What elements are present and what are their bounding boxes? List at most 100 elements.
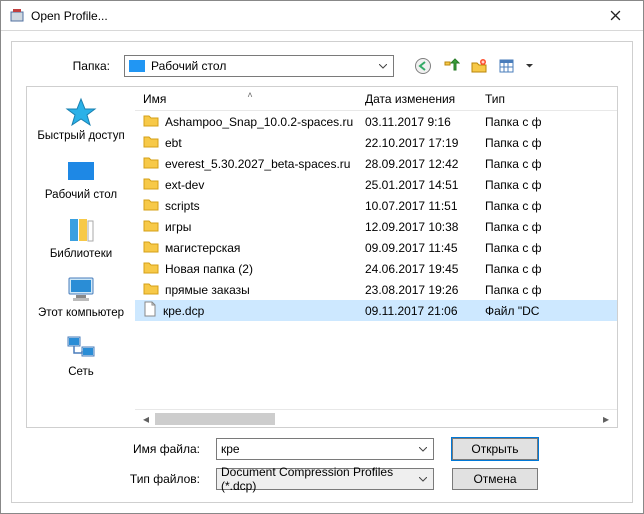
folder-icon xyxy=(143,260,159,277)
folder-row-item[interactable]: игры 12.09.2017 10:38Папка с ф xyxy=(135,216,617,237)
file-name: ebt xyxy=(165,136,182,150)
sidebar-item-network[interactable]: Сеть xyxy=(29,333,133,378)
up-button[interactable] xyxy=(440,55,462,77)
close-button[interactable] xyxy=(595,1,635,31)
cell-name: ext-dev xyxy=(135,176,365,193)
sidebar-item-this-pc[interactable]: Этот компьютер xyxy=(29,274,133,319)
file-row-item[interactable]: кре.dcp09.11.2017 21:06Файл "DC xyxy=(135,300,617,321)
filetype-label: Тип файлов: xyxy=(26,472,206,486)
sort-asc-icon: ˄ xyxy=(247,90,252,100)
places-sidebar: Быстрый доступ Рабочий стол Библиотеки xyxy=(27,87,135,427)
back-button[interactable] xyxy=(412,55,434,77)
cell-name: scripts xyxy=(135,197,365,214)
window-title: Open Profile... xyxy=(31,9,595,23)
folder-row-item[interactable]: ext-dev 25.01.2017 14:51Папка с ф xyxy=(135,174,617,195)
cell-name: магистерская xyxy=(135,239,365,256)
cell-date: 25.01.2017 14:51 xyxy=(365,178,485,192)
cell-date: 12.09.2017 10:38 xyxy=(365,220,485,234)
rows-container: Ashampoo_Snap_10.0.2-spaces.ru 03.11.2017… xyxy=(135,111,617,409)
cancel-button[interactable]: Отмена xyxy=(452,468,538,490)
file-name: игры xyxy=(165,220,191,234)
chevron-down-icon xyxy=(415,471,431,487)
view-menu-button[interactable] xyxy=(496,55,518,77)
file-name: ext-dev xyxy=(165,178,204,192)
folder-icon xyxy=(143,281,159,298)
new-folder-button[interactable] xyxy=(468,55,490,77)
folder-row-item[interactable]: Новая папка (2) 24.06.2017 19:45Папка с ф xyxy=(135,258,617,279)
filename-row: Имя файла: кре Открыть xyxy=(26,438,618,460)
dialog-window: Open Profile... Папка: Рабочий стол xyxy=(0,0,644,514)
network-icon xyxy=(64,333,98,363)
file-name: магистерская xyxy=(165,241,240,255)
folder-row-item[interactable]: Ashampoo_Snap_10.0.2-spaces.ru 03.11.2017… xyxy=(135,111,617,132)
sidebar-item-libraries[interactable]: Библиотеки xyxy=(29,215,133,260)
cell-type: Папка с ф xyxy=(485,178,617,192)
column-name[interactable]: Имя ˄ xyxy=(135,92,365,106)
libraries-icon xyxy=(64,215,98,245)
folder-icon xyxy=(143,134,159,151)
folder-icon xyxy=(143,155,159,172)
toolbar xyxy=(412,55,534,77)
file-name: кре.dcp xyxy=(163,304,204,318)
folder-icon xyxy=(143,113,159,130)
sidebar-item-quick-access[interactable]: Быстрый доступ xyxy=(29,97,133,142)
cell-date: 10.07.2017 11:51 xyxy=(365,199,485,213)
cell-name: прямые заказы xyxy=(135,281,365,298)
open-button[interactable]: Открыть xyxy=(452,438,538,460)
cell-type: Папка с ф xyxy=(485,220,617,234)
dialog-body: Папка: Рабочий стол xyxy=(11,41,633,503)
column-date[interactable]: Дата изменения xyxy=(365,92,485,106)
cell-date: 22.10.2017 17:19 xyxy=(365,136,485,150)
file-list: Имя ˄ Дата изменения Тип Ashampoo_Snap_1… xyxy=(135,87,617,427)
titlebar: Open Profile... xyxy=(1,1,643,31)
cell-date: 09.09.2017 11:45 xyxy=(365,241,485,255)
cell-date: 24.06.2017 19:45 xyxy=(365,262,485,276)
cell-name: Новая папка (2) xyxy=(135,260,365,277)
folder-combo-text: Рабочий стол xyxy=(151,59,389,73)
filetype-value: Document Compression Profiles (*.dcp) xyxy=(221,465,429,493)
scroll-left-icon[interactable]: ◂ xyxy=(139,412,153,426)
folder-row-item[interactable]: ebt22.10.2017 17:19Папка с ф xyxy=(135,132,617,153)
folder-row-item[interactable]: everest_5.30.2027_beta-spaces.ru28.09.20… xyxy=(135,153,617,174)
scroll-right-icon[interactable]: ▸ xyxy=(599,412,613,426)
folder-icon xyxy=(143,176,159,193)
cell-type: Папка с ф xyxy=(485,157,617,171)
cell-type: Папка с ф xyxy=(485,241,617,255)
folder-row-item[interactable]: магистерская 09.09.2017 11:45Папка с ф xyxy=(135,237,617,258)
filename-label: Имя файла: xyxy=(26,442,206,456)
folder-icon xyxy=(143,197,159,214)
cell-type: Файл "DC xyxy=(485,304,617,318)
folder-row-item[interactable]: прямые заказы 23.08.2017 19:26Папка с ф xyxy=(135,279,617,300)
cell-name: Ashampoo_Snap_10.0.2-spaces.ru xyxy=(135,113,365,130)
cell-name: everest_5.30.2027_beta-spaces.ru xyxy=(135,155,365,172)
sidebar-item-desktop[interactable]: Рабочий стол xyxy=(29,156,133,201)
filename-value: кре xyxy=(221,442,240,456)
column-type[interactable]: Тип xyxy=(485,92,617,106)
cell-name: кре.dcp xyxy=(135,301,365,320)
cell-type: Папка с ф xyxy=(485,283,617,297)
folder-row-item[interactable]: scripts10.07.2017 11:51Папка с ф xyxy=(135,195,617,216)
filename-input[interactable]: кре xyxy=(216,438,434,460)
sidebar-item-label: Этот компьютер xyxy=(38,307,124,319)
computer-icon xyxy=(64,274,98,304)
cell-date: 03.11.2017 9:16 xyxy=(365,115,485,129)
cell-date: 23.08.2017 19:26 xyxy=(365,283,485,297)
column-name-label: Имя xyxy=(143,92,166,106)
quick-access-icon xyxy=(64,97,98,127)
file-name: Новая папка (2) xyxy=(165,262,253,276)
filetype-select[interactable]: Document Compression Profiles (*.dcp) xyxy=(216,468,434,490)
sidebar-item-label: Быстрый доступ xyxy=(37,130,124,142)
folder-label: Папка: xyxy=(26,59,116,73)
view-menu-chevron[interactable] xyxy=(524,55,534,77)
cell-name: ebt xyxy=(135,134,365,151)
folder-combo[interactable]: Рабочий стол xyxy=(124,55,394,77)
folder-icon xyxy=(143,239,159,256)
scroll-thumb[interactable] xyxy=(155,413,275,425)
file-name: прямые заказы xyxy=(165,283,250,297)
desktop-icon xyxy=(64,156,98,186)
folder-row: Папка: Рабочий стол xyxy=(26,52,618,80)
horizontal-scrollbar[interactable]: ◂ ▸ xyxy=(135,409,617,427)
file-name: Ashampoo_Snap_10.0.2-spaces.ru xyxy=(165,115,353,129)
cell-type: Папка с ф xyxy=(485,262,617,276)
file-icon xyxy=(143,301,157,320)
